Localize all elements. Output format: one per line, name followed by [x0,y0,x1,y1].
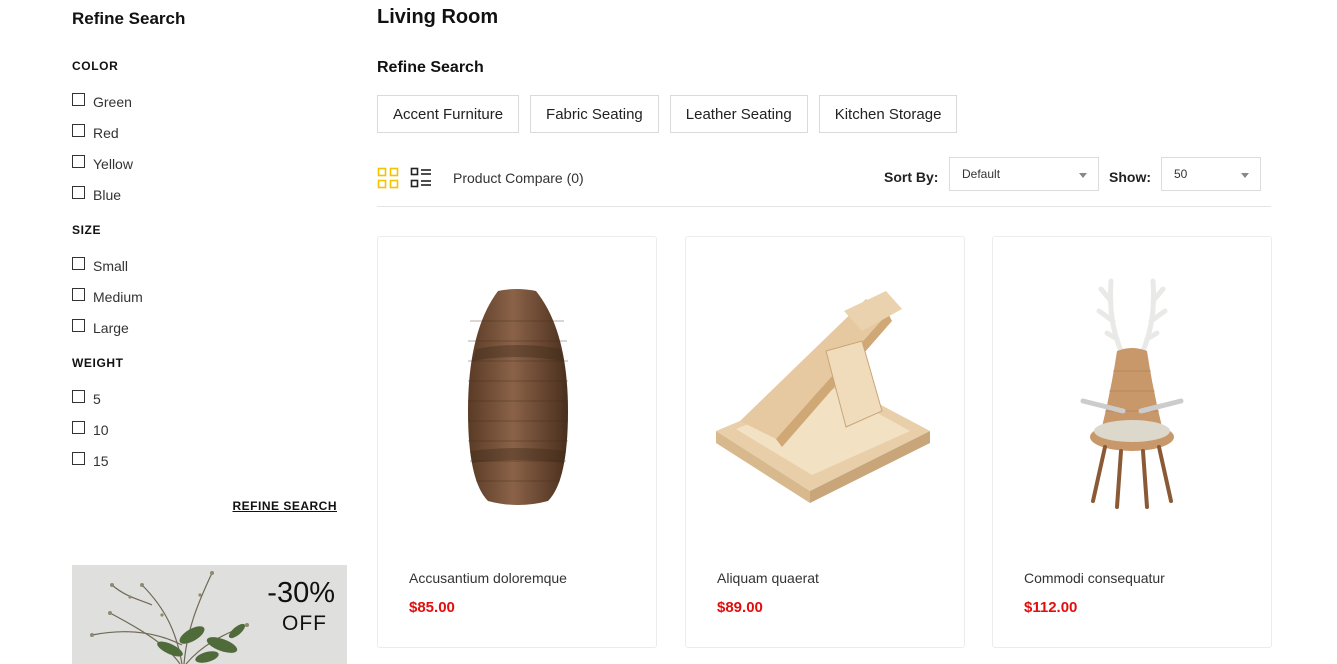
checkbox[interactable] [72,123,85,137]
chevron-down-icon [1079,173,1087,178]
product-card[interactable]: Aliquam quaerat $89.00 [685,236,965,648]
checkbox[interactable] [72,154,85,168]
option-label: 15 [93,453,109,469]
filter-option-large[interactable]: Large [72,318,129,338]
option-label: 10 [93,422,109,438]
product-card[interactable]: Commodi consequatur $112.00 [992,236,1272,648]
checkbox[interactable] [72,420,85,434]
sort-select-value: Default [962,167,1001,181]
checkbox[interactable] [72,92,85,106]
option-label: Large [93,320,129,336]
option-label: Green [93,94,132,110]
category-chip-accent-furniture[interactable]: Accent Furniture [377,95,520,133]
refine-search-button[interactable]: REFINE SEARCH [232,499,337,513]
wooden-tray-stand-image [716,291,930,503]
sort-by-label: Sort By: [884,169,939,185]
list-view-icon[interactable] [410,167,432,189]
category-chips: Accent Furniture Fabric Seating Leather … [377,95,958,133]
sort-select[interactable]: Default [949,157,1099,191]
category-chip-fabric-seating[interactable]: Fabric Seating [530,95,659,133]
antler-wicker-chair-image [1080,278,1184,509]
checkbox[interactable] [72,185,85,199]
show-select[interactable]: 50 [1161,157,1261,191]
product-price: $89.00 [717,599,763,616]
filter-option-red[interactable]: Red [72,123,119,143]
filter-option-small[interactable]: Small [72,256,128,276]
product-name[interactable]: Aliquam quaerat [717,570,819,586]
checkbox[interactable] [72,287,85,301]
product-name[interactable]: Accusantium doloremque [409,570,567,586]
option-label: Medium [93,289,143,305]
show-label: Show: [1109,169,1151,185]
promo-banner[interactable]: -30% OFF [72,565,347,664]
checkbox[interactable] [72,389,85,403]
filter-group-size-title: SIZE [72,223,102,237]
promo-discount: -30% [267,577,335,609]
filter-option-green[interactable]: Green [72,92,132,112]
plant-illustration [90,571,249,664]
sidebar-title: Refine Search [72,9,186,28]
refine-search-title: Refine Search [377,59,484,76]
filter-option-5[interactable]: 5 [72,389,101,409]
option-label: Yellow [93,156,133,172]
category-chip-leather-seating[interactable]: Leather Seating [669,95,808,133]
filter-group-weight-title: WEIGHT [72,356,124,370]
promo-off-label: OFF [282,612,327,635]
show-select-value: 50 [1174,167,1188,181]
option-label: 5 [93,391,101,407]
product-compare-link[interactable]: Product Compare (0) [453,170,584,186]
product-price: $112.00 [1024,599,1078,616]
checkbox[interactable] [72,256,85,270]
product-price: $85.00 [409,599,455,616]
filter-option-blue[interactable]: Blue [72,185,121,205]
product-name[interactable]: Commodi consequatur [1024,570,1165,586]
category-chip-kitchen-storage[interactable]: Kitchen Storage [818,95,958,133]
filter-option-medium[interactable]: Medium [72,287,143,307]
chevron-down-icon [1241,173,1249,178]
wicker-vase-image [468,289,568,505]
filter-option-yellow[interactable]: Yellow [72,154,133,174]
filter-group-color-title: COLOR [72,59,119,73]
product-card[interactable]: Accusantium doloremque $85.00 [377,236,657,648]
option-label: Small [93,258,129,274]
grid-view-icon[interactable] [377,167,399,189]
filter-option-10[interactable]: 10 [72,420,109,440]
product-toolbar: Product Compare (0) Sort By: Default Sho… [377,157,1271,207]
checkbox[interactable] [72,451,85,465]
checkbox[interactable] [72,318,85,332]
page-title: Living Room [377,6,499,28]
option-label: Red [93,125,119,141]
option-label: Blue [93,187,122,203]
filter-option-15[interactable]: 15 [72,451,109,471]
